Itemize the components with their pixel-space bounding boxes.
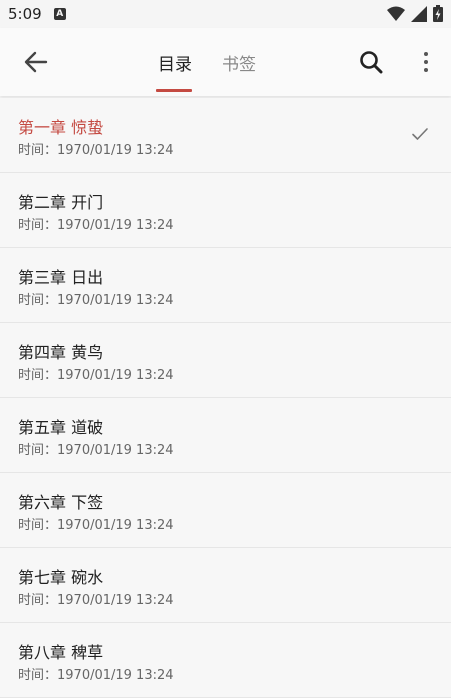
- status-bar: 5:09 A: [0, 0, 451, 28]
- toolbar: 目录 书签: [0, 28, 451, 96]
- back-button[interactable]: [22, 48, 50, 76]
- chapter-item[interactable]: 第五章 道破 时间：1970/01/19 13:24: [0, 398, 451, 473]
- chapter-time: 时间：1970/01/19 13:24: [18, 293, 174, 308]
- chapter-item[interactable]: 第三章 日出 时间：1970/01/19 13:24: [0, 248, 451, 323]
- chapter-list: 第一章 惊蛰 时间：1970/01/19 13:24 第二章 开门 时间：197…: [0, 98, 451, 698]
- battery-icon: [433, 5, 443, 22]
- chapter-item[interactable]: 第六章 下签 时间：1970/01/19 13:24: [0, 473, 451, 548]
- chapter-title: 第三章 日出: [18, 268, 104, 287]
- status-time: 5:09: [8, 5, 42, 23]
- more-vert-icon: [424, 52, 428, 56]
- chapter-title: 第七章 碗水: [18, 568, 104, 587]
- chapter-item[interactable]: 第二章 开门 时间：1970/01/19 13:24: [0, 173, 451, 248]
- chapter-time: 时间：1970/01/19 13:24: [18, 218, 174, 233]
- tab-indicator: [156, 89, 192, 92]
- chapter-time: 时间：1970/01/19 13:24: [18, 668, 174, 683]
- notification-icon: A: [53, 8, 66, 20]
- tab-bookmarks[interactable]: 书签: [222, 50, 256, 75]
- chapter-time: 时间：1970/01/19 13:24: [18, 368, 174, 383]
- more-options-button[interactable]: [415, 48, 437, 76]
- chapter-item[interactable]: 第一章 惊蛰 时间：1970/01/19 13:24: [0, 98, 451, 173]
- chapter-title: 第五章 道破: [18, 418, 104, 437]
- arrow-left-icon: [24, 51, 48, 73]
- chapter-item[interactable]: 第七章 碗水 时间：1970/01/19 13:24: [0, 548, 451, 623]
- chapter-item[interactable]: 第八章 稗草 时间：1970/01/19 13:24: [0, 623, 451, 698]
- status-icons: [387, 5, 443, 22]
- chapter-title: 第二章 开门: [18, 193, 104, 212]
- chapter-time: 时间：1970/01/19 13:24: [18, 143, 174, 158]
- chapter-time: 时间：1970/01/19 13:24: [18, 593, 174, 608]
- tab-contents[interactable]: 目录: [158, 50, 192, 75]
- search-icon: [360, 51, 383, 74]
- chapter-title: 第一章 惊蛰: [18, 118, 104, 137]
- chapter-title: 第四章 黄鸟: [18, 343, 104, 362]
- signal-icon: [411, 5, 427, 22]
- search-button[interactable]: [357, 48, 385, 76]
- check-icon: [412, 128, 428, 140]
- chapter-item[interactable]: 第四章 黄鸟 时间：1970/01/19 13:24: [0, 323, 451, 398]
- chapter-time: 时间：1970/01/19 13:24: [18, 518, 174, 533]
- chapter-title: 第八章 稗草: [18, 643, 104, 662]
- wifi-icon: [387, 6, 405, 21]
- chapter-time: 时间：1970/01/19 13:24: [18, 443, 174, 458]
- chapter-title: 第六章 下签: [18, 493, 104, 512]
